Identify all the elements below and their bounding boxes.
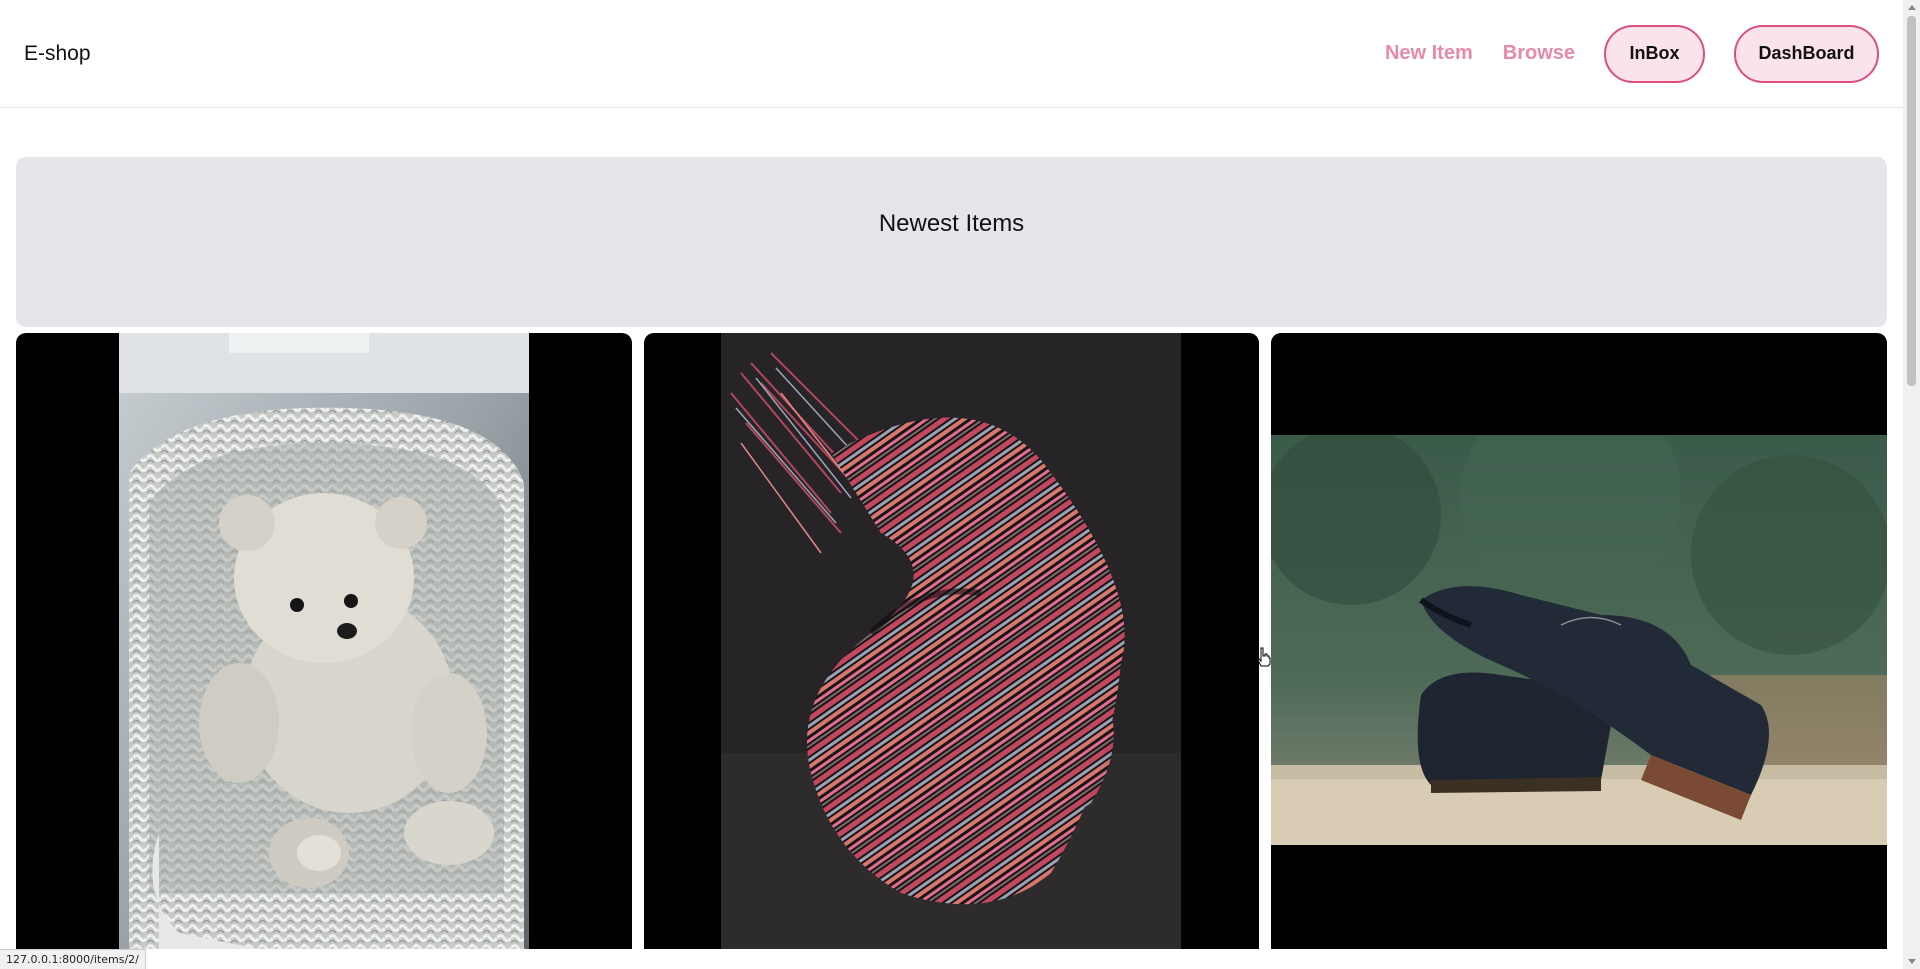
brand-link[interactable]: E-shop: [24, 42, 91, 66]
item-card-2[interactable]: [643, 333, 1260, 949]
inbox-button[interactable]: InBox: [1604, 24, 1705, 83]
teddy-bear-image: [119, 333, 529, 949]
vertical-scrollbar[interactable]: [1903, 0, 1920, 969]
navbar: E-shop New Item Browse InBox DashBoard: [0, 0, 1903, 108]
item-card-3[interactable]: [1271, 333, 1888, 949]
new-item-link[interactable]: New Item: [1385, 42, 1473, 65]
newest-items-banner: Newest Items: [16, 157, 1887, 327]
shoes-image: [1271, 435, 1888, 845]
status-bar-url: 127.0.0.1:8000/items/2/: [0, 949, 146, 969]
scroll-up-icon[interactable]: [1908, 5, 1916, 10]
scroll-down-icon[interactable]: [1908, 959, 1916, 964]
browse-link[interactable]: Browse: [1503, 42, 1575, 65]
hand-cursor-icon: [1256, 647, 1272, 672]
dashboard-button[interactable]: DashBoard: [1734, 24, 1879, 83]
section-title: Newest Items: [878, 210, 1025, 237]
scarf-image: [720, 333, 1181, 949]
scroll-thumb[interactable]: [1907, 16, 1916, 386]
item-card-1[interactable]: [16, 333, 632, 949]
items-grid: [16, 333, 1888, 953]
nav-actions: New Item Browse InBox DashBoard: [1385, 24, 1879, 83]
